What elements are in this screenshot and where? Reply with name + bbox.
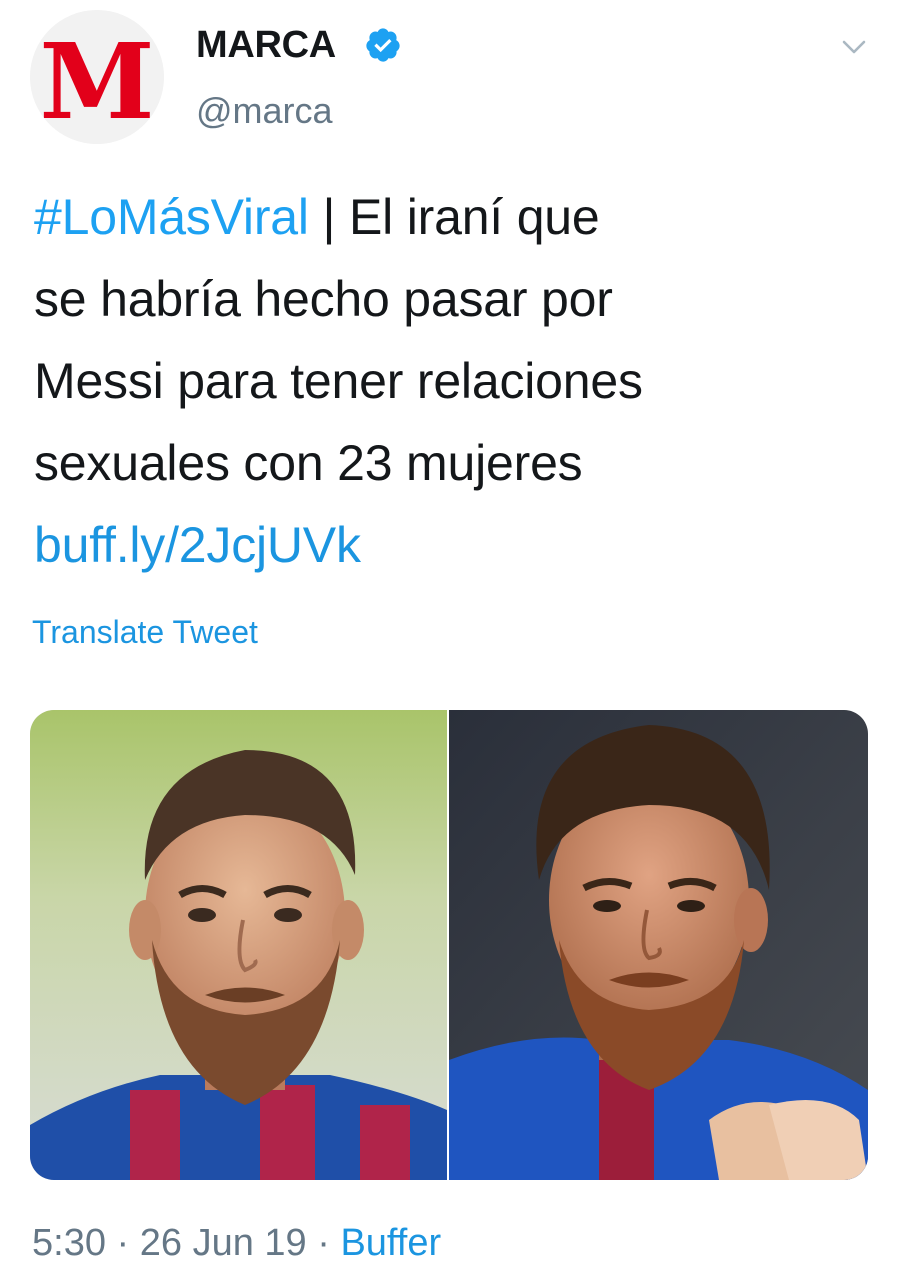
tweet-line-4: sexuales con 23 mujeres xyxy=(34,435,583,491)
translate-tweet-link[interactable]: Translate Tweet xyxy=(32,614,258,651)
media-image-right[interactable] xyxy=(449,710,868,1180)
tweet-meta: 5:30 · 26 Jun 19 · Buffer xyxy=(32,1222,441,1265)
hashtag-link[interactable]: #LoMásViral xyxy=(34,189,309,245)
tweet-line-1: | El iraní que xyxy=(308,189,600,245)
meta-separator: · xyxy=(306,1222,341,1264)
media-image-left[interactable] xyxy=(30,710,447,1180)
avatar-letter: M xyxy=(39,20,154,143)
chevron-down-icon[interactable] xyxy=(834,28,874,68)
verified-badge-icon xyxy=(366,28,400,62)
account-handle[interactable]: @marca xyxy=(196,90,333,132)
tweet-source-link[interactable]: Buffer xyxy=(340,1222,441,1264)
marca-logo-icon: M xyxy=(30,10,164,144)
avatar[interactable]: M xyxy=(30,10,164,144)
tweet-date[interactable]: 26 Jun 19 xyxy=(140,1222,307,1264)
tweet-text: #LoMásViral | El iraní que se habría hec… xyxy=(34,176,864,586)
meta-separator: · xyxy=(105,1222,140,1264)
account-name[interactable]: MARCA xyxy=(196,24,336,67)
tweet-url-link[interactable]: buff.ly/2JcjUVk xyxy=(34,504,864,586)
tweet-media[interactable] xyxy=(30,710,868,1180)
tweet-line-3: Messi para tener relaciones xyxy=(34,353,643,409)
tweet-time: 5:30 xyxy=(32,1222,106,1264)
tweet-line-2: se habría hecho pasar por xyxy=(34,271,613,327)
